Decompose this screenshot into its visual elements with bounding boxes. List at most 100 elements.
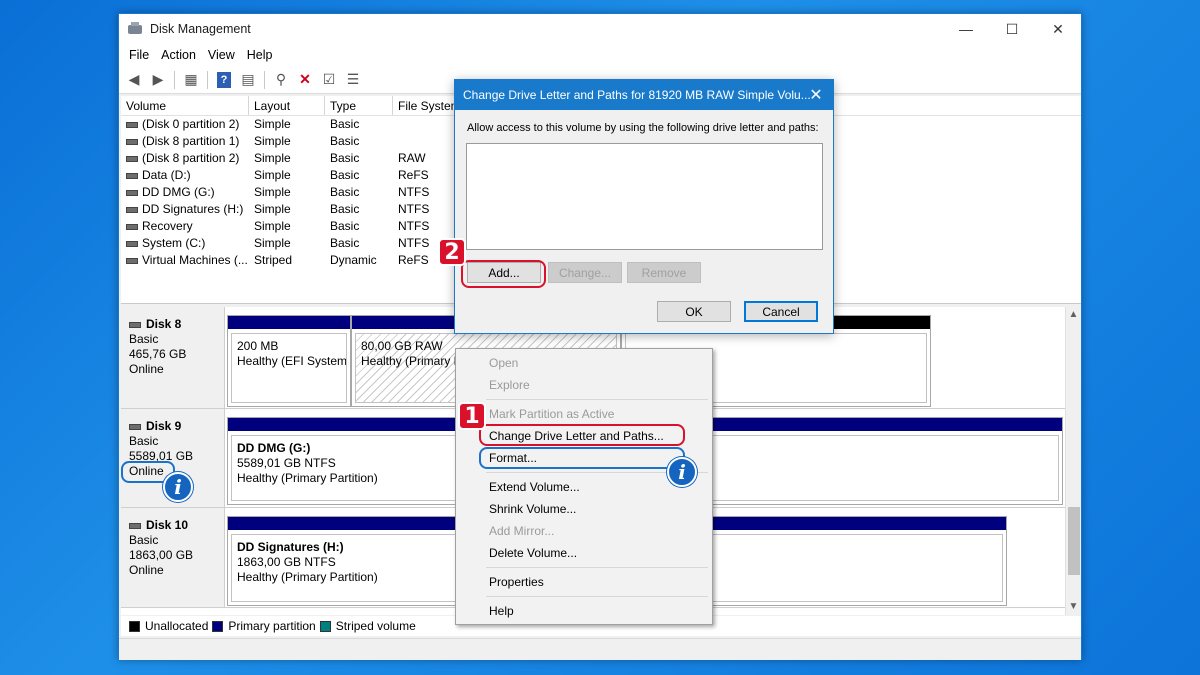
type-cell: Basic: [330, 134, 360, 148]
status-bar: [119, 638, 1081, 660]
scroll-down-icon[interactable]: ▼: [1066, 599, 1081, 615]
disk-type: Basic: [129, 533, 159, 547]
volume-cell: Recovery: [121, 218, 249, 235]
menu-view[interactable]: View: [202, 48, 241, 62]
layout-cell: Simple: [254, 236, 291, 250]
change-drive-letter-dialog: Change Drive Letter and Paths for 81920 …: [454, 79, 834, 334]
close-button[interactable]: ✕: [1035, 14, 1081, 44]
layout-cell: Simple: [254, 185, 291, 199]
partition-disk8-efi[interactable]: 200 MB Healthy (EFI System P: [227, 315, 351, 407]
menu-item-properties[interactable]: Properties: [489, 575, 544, 589]
type-cell: Basic: [330, 202, 360, 216]
menu-item-add-mirror[interactable]: Add Mirror...: [489, 524, 554, 538]
step-1-badge: 1: [458, 402, 486, 430]
column-volume[interactable]: Volume: [121, 96, 249, 115]
list-view-icon[interactable]: ☰: [342, 69, 364, 91]
show-hide-console-tree-icon[interactable]: ▦: [180, 69, 202, 91]
back-arrow-icon[interactable]: ◀: [123, 69, 145, 91]
menu-item-help[interactable]: Help: [489, 604, 514, 618]
type-cell: Basic: [330, 219, 360, 233]
volume-name: Recovery: [142, 219, 193, 233]
volume-name: (Disk 8 partition 1): [142, 134, 240, 148]
volume-name: Virtual Machines (...: [142, 253, 248, 267]
disk-label[interactable]: Disk 10 Basic 1863,00 GB Online: [121, 508, 225, 607]
volume-cell: System (C:): [121, 235, 249, 252]
dialog-title: Change Drive Letter and Paths for 81920 …: [463, 88, 811, 102]
menu-item-open[interactable]: Open: [489, 356, 518, 370]
maximize-button[interactable]: ☐: [989, 14, 1035, 44]
volume-icon: [126, 121, 138, 128]
change-button[interactable]: Change...: [548, 262, 622, 283]
info-icon: i: [667, 457, 697, 487]
connect-disk-icon[interactable]: ⚲: [270, 69, 292, 91]
dialog-close-icon[interactable]: ✕: [799, 80, 833, 110]
delete-icon[interactable]: ✕: [294, 69, 316, 91]
disk-view-scrollbar[interactable]: ▲ ▼: [1065, 307, 1081, 615]
volume-name: DD Signatures (H:): [142, 202, 244, 216]
menu-item-explore[interactable]: Explore: [489, 378, 530, 392]
scroll-thumb[interactable]: [1068, 507, 1080, 575]
disk-size: 465,76 GB: [129, 347, 187, 361]
volume-name: Data (D:): [142, 168, 191, 182]
dialog-title-bar: Change Drive Letter and Paths for 81920 …: [455, 80, 833, 110]
volume-name: (Disk 8 partition 2): [142, 151, 240, 165]
minimize-button[interactable]: —: [943, 14, 989, 44]
volume-cell: (Disk 8 partition 1): [121, 133, 249, 150]
scroll-up-icon[interactable]: ▲: [1066, 307, 1081, 323]
volume-icon: [126, 172, 138, 179]
highlight-add-button: [461, 260, 546, 288]
type-cell: Basic: [330, 236, 360, 250]
layout-cell: Striped: [254, 253, 293, 267]
forward-arrow-icon[interactable]: ▶: [147, 69, 169, 91]
column-type[interactable]: Type: [325, 96, 393, 115]
layout-cell: Simple: [254, 117, 291, 131]
legend-label: Unallocated: [145, 619, 209, 633]
volume-name: DD DMG (G:): [142, 185, 215, 199]
volume-cell: (Disk 8 partition 2): [121, 150, 249, 167]
volume-cell: DD Signatures (H:): [121, 201, 249, 218]
volume-cell: Virtual Machines (...: [121, 252, 249, 269]
disk-icon: [129, 522, 141, 529]
window-title: Disk Management: [150, 22, 251, 36]
remove-button[interactable]: Remove: [627, 262, 701, 283]
check-icon[interactable]: ☑: [318, 69, 340, 91]
disk-type: Basic: [129, 332, 159, 346]
type-cell: Basic: [330, 117, 360, 131]
volume-cell: DD DMG (G:): [121, 184, 249, 201]
help-icon[interactable]: ?: [217, 71, 231, 88]
type-cell: Dynamic: [330, 253, 377, 267]
legend-swatch-striped: [319, 620, 331, 632]
volume-cell: (Disk 0 partition 2): [121, 116, 249, 133]
partition-context-menu: Open Explore Mark Partition as Active Ch…: [455, 348, 713, 625]
drive-paths-list[interactable]: [466, 143, 823, 250]
layout-cell: Simple: [254, 168, 291, 182]
highlight-change-drive-letter: [479, 424, 685, 446]
menu-bar: File Action View Help: [119, 44, 1081, 66]
menu-item-delete-volume[interactable]: Delete Volume...: [489, 546, 577, 560]
volume-name: System (C:): [142, 236, 206, 250]
type-cell: Basic: [330, 168, 360, 182]
layout-cell: Simple: [254, 151, 291, 165]
column-layout[interactable]: Layout: [249, 96, 325, 115]
volume-icon: [126, 257, 138, 264]
volume-icon: [126, 206, 138, 213]
menu-item-mark-active[interactable]: Mark Partition as Active: [489, 407, 614, 421]
menu-file[interactable]: File: [123, 48, 155, 62]
disk-status: Online: [129, 563, 164, 577]
disk-status: Online: [129, 362, 164, 376]
disk-type: Basic: [129, 434, 159, 448]
properties-view-icon[interactable]: ▤: [237, 69, 259, 91]
menu-help[interactable]: Help: [241, 48, 279, 62]
menu-item-shrink-volume[interactable]: Shrink Volume...: [489, 502, 576, 516]
cancel-button[interactable]: Cancel: [744, 301, 818, 322]
dialog-instruction: Allow access to this volume by using the…: [467, 122, 819, 134]
menu-action[interactable]: Action: [155, 48, 202, 62]
menu-item-extend-volume[interactable]: Extend Volume...: [489, 480, 580, 494]
disk-icon: [129, 321, 141, 328]
volume-name: (Disk 0 partition 2): [142, 117, 240, 131]
disk-label[interactable]: Disk 8 Basic 465,76 GB Online: [121, 307, 225, 408]
disk-name: Disk 8: [146, 317, 182, 331]
layout-cell: Simple: [254, 219, 291, 233]
legend-label: Striped volume: [335, 619, 416, 633]
ok-button[interactable]: OK: [657, 301, 731, 322]
